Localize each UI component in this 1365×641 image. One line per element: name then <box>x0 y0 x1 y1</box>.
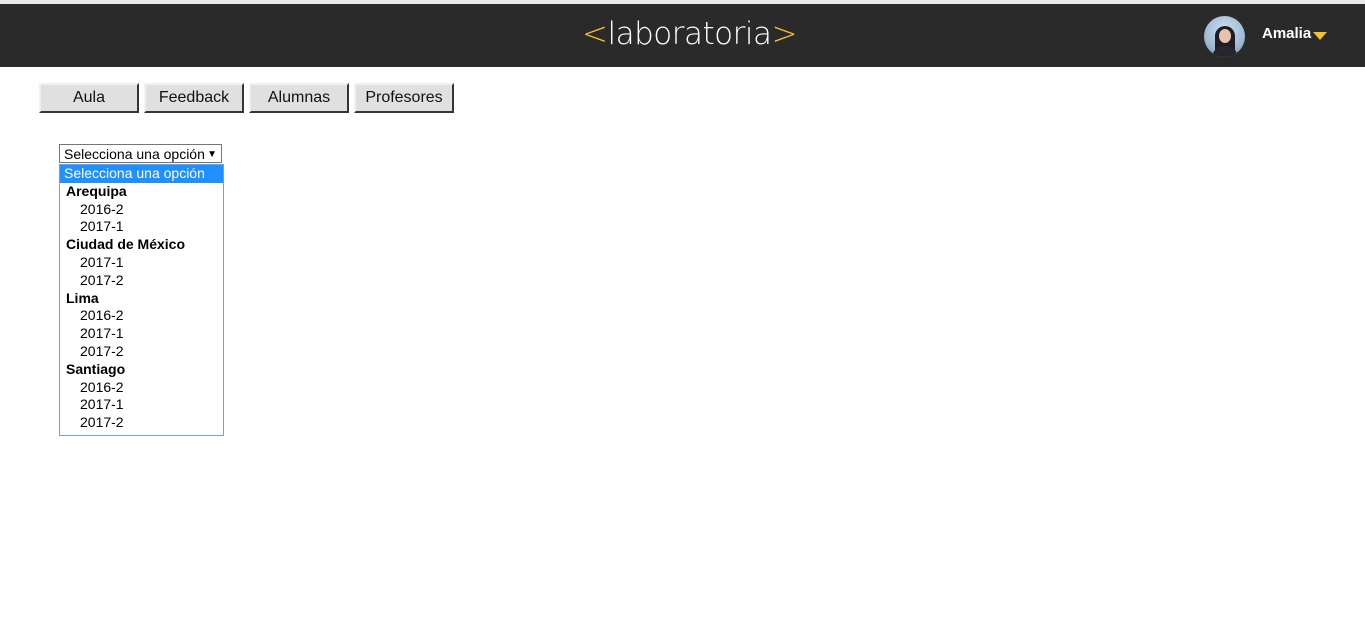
option-lima-2016-2[interactable]: 2016-2 <box>60 307 223 325</box>
select-dropdown-list: Selecciona una opción Arequipa 2016-2 20… <box>59 164 224 436</box>
caret-down-icon <box>1313 32 1328 40</box>
user-menu[interactable]: Amalia <box>1262 25 1328 42</box>
option-arequipa-2017-1[interactable]: 2017-1 <box>60 218 223 236</box>
option-arequipa-2016-2[interactable]: 2016-2 <box>60 201 223 219</box>
option-lima-2017-2[interactable]: 2017-2 <box>60 343 223 361</box>
select-current-value: Selecciona una opción <box>64 146 205 162</box>
option-lima-2017-1[interactable]: 2017-1 <box>60 325 223 343</box>
tab-aula[interactable]: Aula <box>39 83 139 113</box>
option-cdmx-2017-2[interactable]: 2017-2 <box>60 272 223 290</box>
dropdown-bottom-padding <box>60 432 223 435</box>
main-nav: Aula Feedback Alumnas Profesores <box>39 83 459 113</box>
optgroup-ciudad-de-mexico: Ciudad de México <box>66 236 186 253</box>
laboratoria-logo[interactable]: < laboratoria > <box>582 12 797 56</box>
top-header: < laboratoria > Amalia <box>0 4 1365 67</box>
sede-select[interactable]: Selecciona una opción ▼ <box>59 144 222 163</box>
option-santiago-2017-2[interactable]: 2017-2 <box>60 414 223 432</box>
user-name: Amalia <box>1262 25 1312 42</box>
option-cdmx-2017-1[interactable]: 2017-1 <box>60 254 223 272</box>
logo-word: laboratoria <box>607 16 772 52</box>
option-santiago-2017-1[interactable]: 2017-1 <box>60 396 223 414</box>
avatar[interactable] <box>1204 16 1245 57</box>
dropdown-arrow-icon: ▼ <box>207 149 217 160</box>
optgroup-arequipa: Arequipa <box>66 182 127 199</box>
tab-alumnas[interactable]: Alumnas <box>249 83 349 113</box>
option-santiago-2016-2[interactable]: 2016-2 <box>60 379 223 397</box>
optgroup-santiago: Santiago <box>66 360 126 377</box>
avatar-face <box>1219 29 1231 43</box>
option-default[interactable]: Selecciona una opción <box>60 165 223 183</box>
logo-close-bracket: > <box>771 16 797 52</box>
logo-open-bracket: < <box>582 16 608 52</box>
optgroup-lima: Lima <box>66 289 99 306</box>
tab-profesores[interactable]: Profesores <box>354 83 454 113</box>
tab-feedback[interactable]: Feedback <box>144 83 244 113</box>
